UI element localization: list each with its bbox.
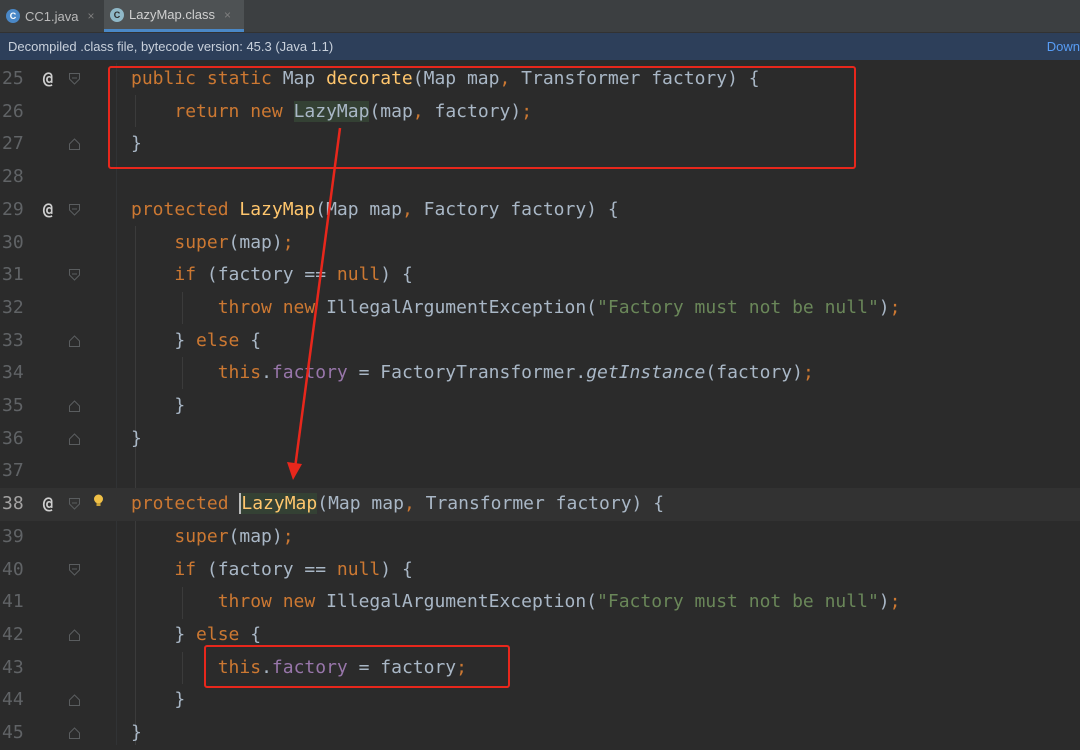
annotation-arrow [287, 127, 342, 480]
